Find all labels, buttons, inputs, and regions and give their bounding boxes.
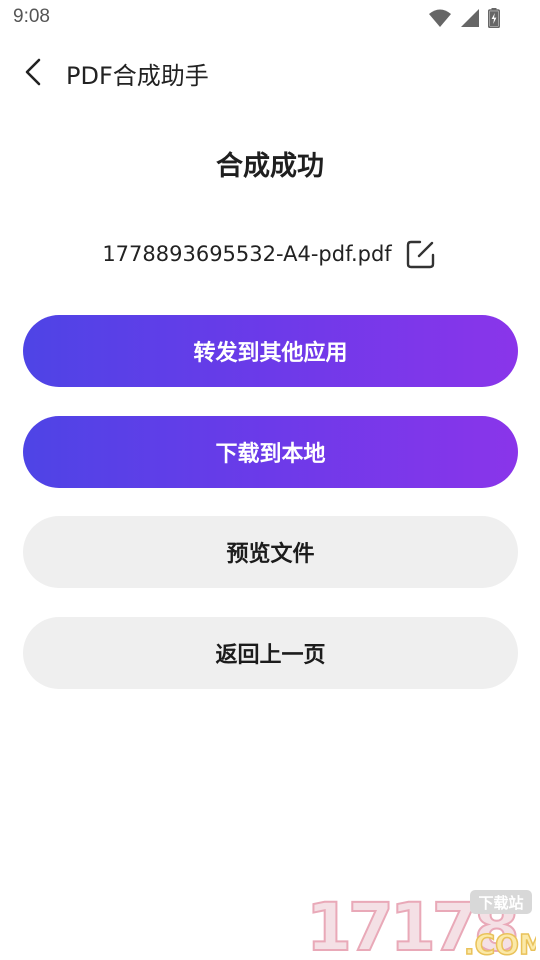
edit-icon[interactable] [404,237,438,271]
status-bar: 9:08 [0,0,540,36]
preview-file-button[interactable]: 预览文件 [23,516,518,588]
file-row: 1778893695532-A4-pdf.pdf [0,234,540,274]
status-time: 9:08 [13,6,50,27]
download-local-button[interactable]: 下载到本地 [23,416,518,488]
site-watermark: 17178 下载站 .COM [305,890,536,958]
go-back-button[interactable]: 返回上一页 [23,617,518,689]
page-title: PDF合成助手 [66,62,209,90]
watermark-domain: .COM [464,928,536,958]
chevron-left-icon [25,58,41,86]
battery-charging-icon [488,8,500,28]
watermark-label: 下载站 [478,894,523,912]
result-title: 合成成功 [216,151,324,182]
nav-bar: PDF合成助手 [0,40,540,104]
wifi-icon [429,9,451,27]
forward-to-app-button[interactable]: 转发到其他应用 [23,315,518,387]
signal-icon [461,9,479,27]
status-icons [428,8,500,28]
back-button[interactable] [18,56,50,88]
file-name: 1778893695532-A4-pdf.pdf [102,242,392,266]
